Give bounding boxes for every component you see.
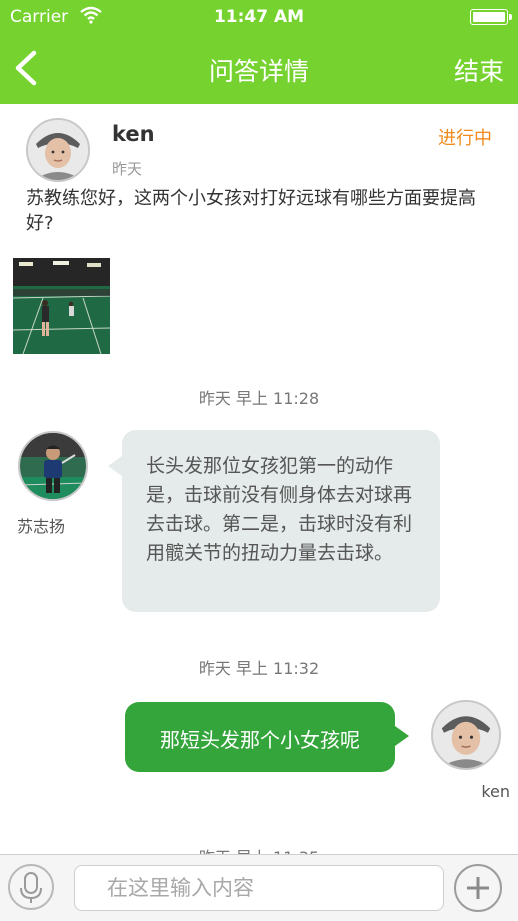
sender-name: 苏志扬 <box>17 517 66 536</box>
coach-avatar-image <box>20 433 86 499</box>
avatar[interactable] <box>431 700 501 770</box>
microphone-icon <box>20 872 42 903</box>
message-text: 那短头发那个小女孩呢 <box>160 728 360 752</box>
sender-name: ken <box>481 782 510 801</box>
message-text: 长头发那位女孩犯第一的动作是，击球前没有侧身体去对球再去击球。第二是，击球时没有… <box>146 455 413 564</box>
status-bar: Carrier 11:47 AM <box>0 0 518 34</box>
battery-icon <box>470 9 512 25</box>
user-name: ken <box>112 122 155 146</box>
message-timestamp: 昨天 早上 11:32 <box>198 659 320 678</box>
question-time: 昨天 <box>112 160 143 178</box>
question-text: 苏教练您好，这两个小女孩对打好远球有哪些方面要提高好? <box>26 188 476 234</box>
coach-avatar[interactable] <box>18 431 88 501</box>
input-bar <box>0 854 518 921</box>
nav-bar: Carrier 11:47 AM 问答详情 结束 <box>0 0 518 104</box>
voice-button[interactable] <box>8 864 54 910</box>
status-badge: 进行中 <box>438 128 492 149</box>
avatar[interactable] <box>26 118 90 182</box>
add-attachment-button[interactable] <box>454 864 502 912</box>
question-photo[interactable] <box>13 258 110 354</box>
message-timestamp: 昨天 早上 11:28 <box>198 389 320 408</box>
user-avatar-image <box>28 120 88 180</box>
page-title: 问答详情 <box>208 57 309 86</box>
user-avatar-image <box>433 702 499 768</box>
plus-icon <box>467 877 489 899</box>
message-input[interactable] <box>74 865 444 911</box>
badminton-court-image <box>13 258 110 354</box>
end-button[interactable]: 结束 <box>454 52 504 88</box>
incoming-message-bubble[interactable]: 长头发那位女孩犯第一的动作是，击球前没有侧身体去对球再去击球。第二是，击球时没有… <box>108 430 440 612</box>
outgoing-message-bubble[interactable]: 那短头发那个小女孩呢 <box>125 702 409 772</box>
status-time: 11:47 AM <box>213 7 305 27</box>
